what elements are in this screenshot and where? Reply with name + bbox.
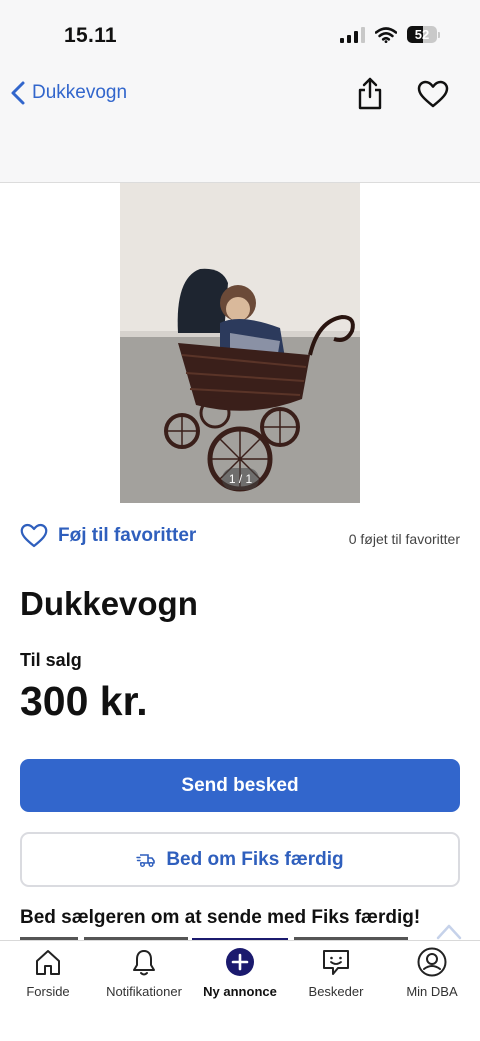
listing-photo[interactable]: 1 / 1 [120,183,360,503]
tab-label-beskeder: Beskeder [308,984,364,999]
profile-icon [417,947,447,977]
add-to-favorites-button[interactable]: Føj til favoritter [20,523,196,548]
tab-label-ny-annonce: Ny annonce [203,984,277,999]
status-time: 15.11 [64,24,117,47]
chat-icon [323,950,349,975]
status-bar: 15.11 52 [0,0,480,70]
battery-level: 52 [414,27,430,42]
fiks-promo-heading: Bed sælgeren om at sende med Fiks færdig… [20,907,421,928]
listing-status: Til salg [20,650,82,670]
tab-ny-annonce[interactable]: Ny annonce [192,947,288,999]
back-button[interactable]: Dukkevogn [10,80,127,106]
tab-min-dba[interactable]: Min DBA [384,947,480,999]
photo-counter: 1 / 1 [222,468,259,490]
share-icon[interactable] [355,76,385,110]
battery-icon: 52 [407,26,440,43]
plus-circle-icon [226,948,254,976]
tab-label-notifikationer: Notifikationer [106,984,182,999]
cellular-signal-icon [340,26,365,43]
home-icon [36,950,60,975]
heart-icon[interactable] [417,80,449,108]
listing-price: 300 kr. [20,678,148,724]
fiks-faerdig-label: Bed om Fiks færdig [166,848,344,870]
listing-title: Dukkevogn [20,585,198,622]
chevron-left-icon [11,81,25,105]
tab-label-forside: Forside [26,984,70,999]
system-icons: 52 [340,26,440,43]
wifi-icon [375,26,397,43]
tab-label-min-dba: Min DBA [406,984,458,999]
fiks-faerdig-button[interactable]: Bed om Fiks færdig [20,832,460,887]
tab-notifikationer[interactable]: Notifikationer [96,947,192,999]
delivery-truck-icon [136,853,156,867]
favorites-count: 0 føjet til favoritter [348,531,460,547]
back-label: Dukkevogn [32,82,128,103]
navigation-bar: Dukkevogn [0,70,480,183]
tab-forside[interactable]: Forside [0,947,96,999]
add-to-favorites-label: Føj til favoritter [58,524,197,546]
bell-icon [133,950,155,976]
favorites-row: Føj til favoritter 0 føjet til favoritte… [20,523,460,555]
send-message-button[interactable]: Send besked [20,759,460,812]
heart-icon [20,523,48,548]
tab-beskeder[interactable]: Beskeder [288,947,384,999]
doll-pram-image [120,183,360,503]
tab-bar: Forside Notifikationer Ny annonce Besked… [0,940,480,1041]
